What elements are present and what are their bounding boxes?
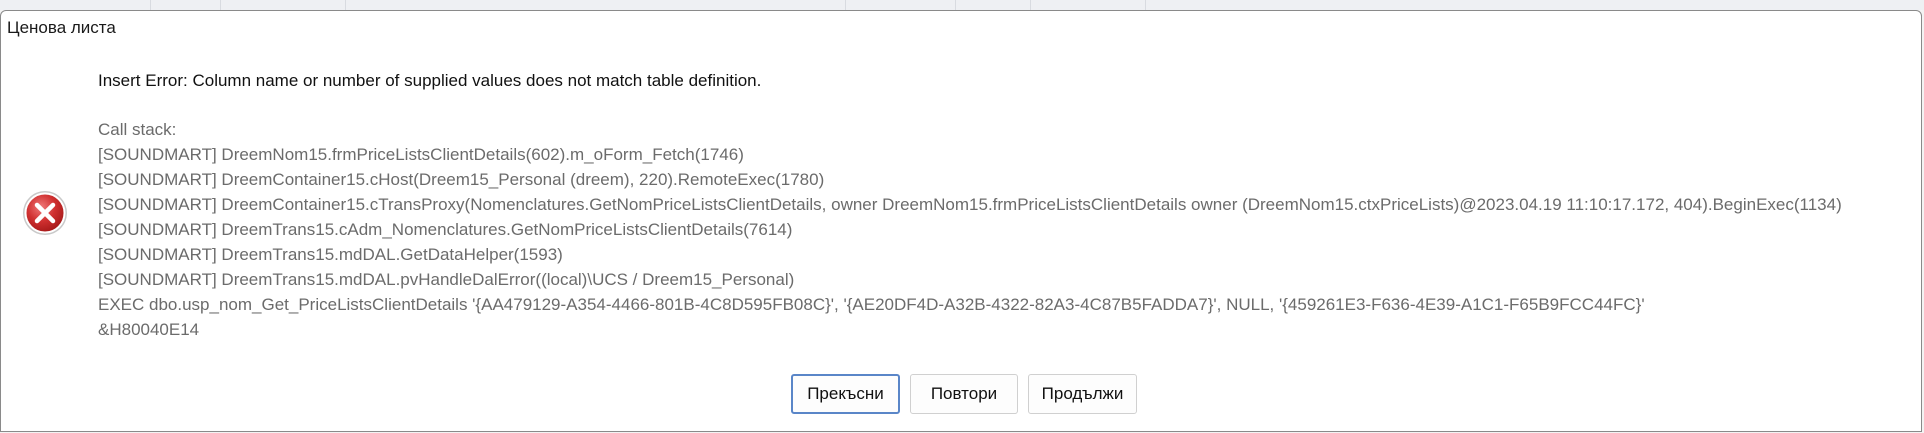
call-stack-line: [SOUNDMART] DreemContainer15.cTransProxy…: [98, 195, 1842, 214]
abort-button[interactable]: Прекъсни: [791, 374, 900, 414]
error-icon: [23, 191, 67, 235]
background-column-divider: [845, 0, 846, 10]
call-stack-line: EXEC dbo.usp_nom_Get_PriceListsClientDet…: [98, 295, 1645, 314]
call-stack-line: &H80040E14: [98, 320, 200, 339]
call-stack: Call stack: [SOUNDMART] DreemNom15.frmPr…: [98, 117, 1842, 342]
continue-button[interactable]: Продължи: [1028, 374, 1137, 414]
call-stack-line: [SOUNDMART] DreemTrans15.cAdm_Nomenclatu…: [98, 220, 793, 239]
error-message: Insert Error: Column name or number of s…: [98, 71, 762, 90]
call-stack-line: [SOUNDMART] DreemContainer15.cHost(Dreem…: [98, 170, 825, 189]
retry-button[interactable]: Повтори: [910, 374, 1018, 414]
call-stack-line: [SOUNDMART] DreemTrans15.mdDAL.pvHandleD…: [98, 270, 795, 289]
background-column-divider: [345, 0, 346, 10]
background-column-divider: [1030, 0, 1031, 10]
background-column-divider: [1145, 0, 1146, 10]
dialog-buttons: Прекъсни Повтори Продължи: [791, 374, 1147, 414]
background-column-divider: [220, 0, 221, 10]
call-stack-line: [SOUNDMART] DreemNom15.frmPriceListsClie…: [98, 145, 744, 164]
call-stack-heading: Call stack:: [98, 120, 177, 139]
background-column-divider: [150, 0, 151, 10]
error-dialog: Ценова листа Insert Error: Column name o…: [0, 10, 1922, 432]
call-stack-line: [SOUNDMART] DreemTrans15.mdDAL.GetDataHe…: [98, 245, 563, 264]
background-window-strip: [0, 0, 1924, 10]
background-column-divider: [955, 0, 956, 10]
window-title: Ценова листа: [7, 18, 116, 37]
